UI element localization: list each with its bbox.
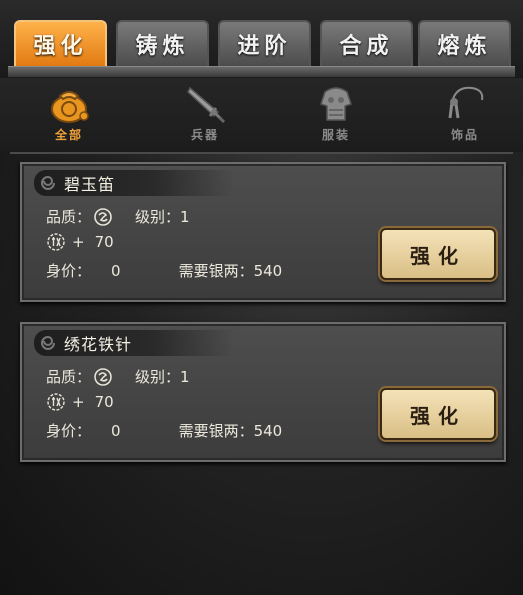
tab-combine[interactable]: 合成 (320, 20, 413, 66)
quality-label: 品质： (46, 208, 92, 226)
quality-label: 品质： (46, 368, 92, 386)
amulet-icon (442, 82, 488, 124)
price-row: 身价： 0 需要银两： 540 (46, 260, 282, 281)
quality-icon (94, 207, 112, 226)
silver-label: 需要银两： (178, 422, 254, 440)
plus-sign: + (72, 233, 85, 251)
level-label: 级别： (135, 208, 181, 226)
subtab-clothing[interactable]: 服装 (291, 82, 381, 150)
subtab-label: 服装 (321, 128, 350, 142)
attack-row: + 70 (46, 392, 114, 412)
tab-advance[interactable]: 进阶 (218, 20, 311, 66)
subtab-label: 兵器 (190, 128, 219, 142)
item-name: 碧玉笛 (64, 175, 116, 194)
item-name-banner: 碧玉笛 (34, 170, 234, 196)
level-label: 级别： (135, 368, 181, 386)
price-label: 身价： (46, 422, 92, 440)
subtab-all[interactable]: 全部 (24, 82, 114, 150)
bag-icon (46, 82, 92, 124)
swirl-icon (41, 335, 55, 350)
price-value: 0 (111, 421, 121, 440)
sword-icon (182, 82, 228, 124)
subtab-label: 全部 (54, 128, 83, 142)
attack-value: 70 (94, 393, 114, 411)
plus-sign: + (72, 393, 85, 411)
subtab-label: 饰品 (450, 128, 479, 142)
category-nav: 全部 兵器 服装 饰品 (0, 78, 523, 152)
item-name: 绣花铁针 (64, 335, 133, 354)
level-value: 1 (180, 367, 190, 386)
tab-smelt[interactable]: 熔炼 (418, 20, 511, 66)
price-label: 身价： (46, 262, 92, 280)
item-name-banner: 绣花铁针 (34, 330, 234, 356)
price-row: 身价： 0 需要银两： 540 (46, 420, 282, 441)
armor-icon (313, 82, 359, 124)
attack-row: + 70 (46, 232, 114, 252)
price-value: 0 (111, 261, 121, 280)
subtab-accessories[interactable]: 饰品 (420, 82, 510, 150)
attack-value: 70 (94, 233, 114, 251)
silver-label: 需要银两： (178, 262, 254, 280)
quality-level-row: 品质： 级别： 1 (46, 366, 190, 387)
attack-icon (47, 393, 65, 411)
subtab-weapons[interactable]: 兵器 (160, 82, 250, 150)
item-card: 绣花铁针 品质： 级别： 1 + 70 身价： 0 需要银两： 540 强化 (20, 322, 506, 462)
strengthen-button[interactable]: 强化 (380, 388, 496, 440)
section-divider (10, 152, 513, 154)
tab-strengthen[interactable]: 强化 (14, 20, 107, 66)
top-tab-bar: 强化 铸炼 进阶 合成 熔炼 (0, 0, 523, 78)
quality-level-row: 品质： 级别： 1 (46, 206, 190, 227)
quality-icon (94, 367, 112, 386)
strengthen-button[interactable]: 强化 (380, 228, 496, 280)
level-value: 1 (180, 207, 190, 226)
attack-icon (47, 233, 65, 251)
tab-rail (8, 66, 515, 77)
swirl-icon (41, 175, 55, 190)
tab-forge[interactable]: 铸炼 (116, 20, 209, 66)
silver-value: 540 (253, 421, 283, 440)
item-card: 碧玉笛 品质： 级别： 1 + 70 身价： 0 需要银两： 540 强化 (20, 162, 506, 302)
silver-value: 540 (253, 261, 283, 280)
